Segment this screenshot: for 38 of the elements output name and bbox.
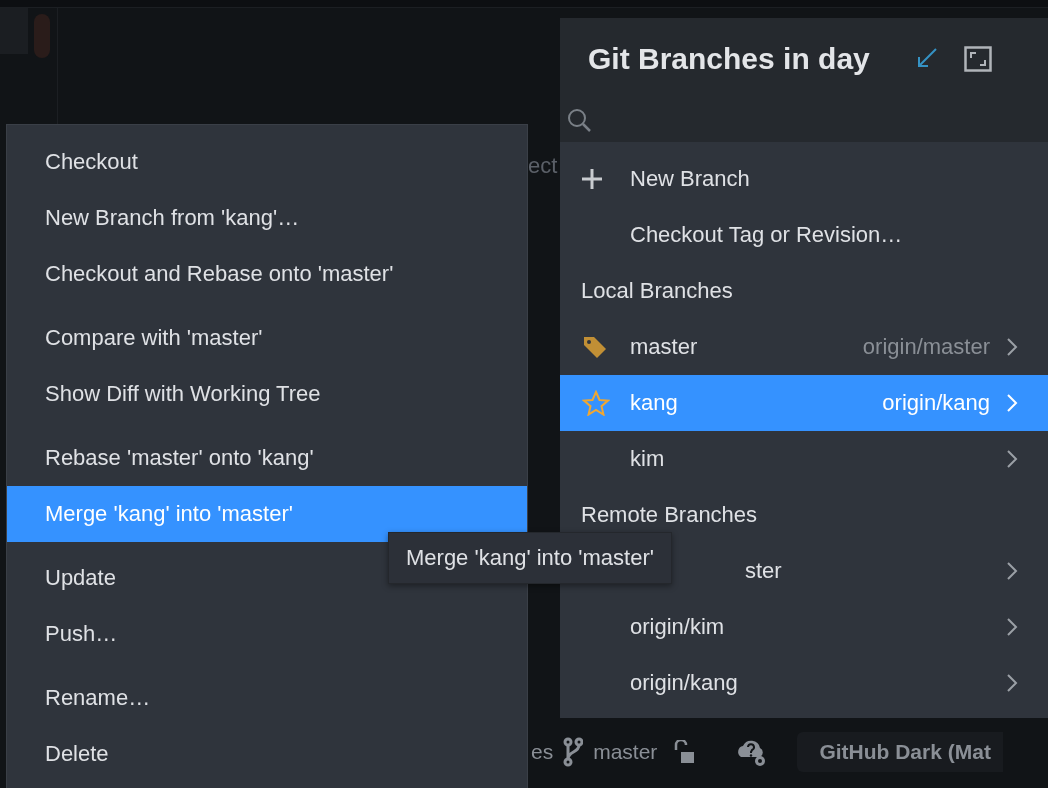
search-field[interactable] bbox=[560, 100, 1048, 142]
branch-item[interactable]: origin/kim bbox=[560, 599, 1048, 655]
status-text: es bbox=[531, 740, 554, 764]
unlocked-padlock-icon[interactable] bbox=[673, 740, 696, 764]
section-heading: Remote Branches bbox=[580, 501, 758, 529]
editor-text: ect bbox=[528, 153, 558, 179]
popup-title: Git Branches in day bbox=[588, 42, 870, 76]
menu-item[interactable]: Delete bbox=[7, 726, 527, 782]
tracking-branch: origin/kang bbox=[882, 390, 990, 416]
section-heading: Local Branches bbox=[580, 277, 733, 305]
branch-item[interactable]: kim bbox=[560, 431, 1048, 487]
star-icon bbox=[582, 390, 610, 416]
menu-item[interactable]: Rebase 'master' onto 'kang' bbox=[7, 430, 527, 486]
plus-icon bbox=[582, 169, 602, 189]
theme-label[interactable]: GitHub Dark (Mat bbox=[797, 732, 1003, 772]
menu-item[interactable]: Push… bbox=[7, 606, 527, 662]
menu-item[interactable]: Checkout bbox=[7, 134, 527, 190]
menu-item[interactable]: New Branch from 'kang'… bbox=[7, 190, 527, 246]
tracking-branch: origin/master bbox=[862, 334, 990, 360]
menu-item[interactable]: Compare with 'master' bbox=[7, 310, 527, 366]
scroll-thumb bbox=[34, 14, 50, 58]
menu-item[interactable]: Show Diff with Working Tree bbox=[7, 366, 527, 422]
action-item[interactable]: Checkout Tag or Revision… bbox=[560, 207, 1048, 263]
chevron-right-icon[interactable] bbox=[1006, 449, 1018, 469]
tooltip: Merge 'kang' into 'master' bbox=[388, 532, 672, 584]
tag-icon bbox=[582, 334, 608, 360]
branch-item[interactable]: origin/kang bbox=[560, 655, 1048, 711]
menu-item[interactable]: Rename… bbox=[7, 670, 527, 726]
chevron-right-icon[interactable] bbox=[1006, 673, 1018, 693]
branch-name[interactable]: master bbox=[593, 740, 658, 764]
chevron-right-icon[interactable] bbox=[1006, 561, 1018, 581]
chevron-right-icon[interactable] bbox=[1006, 617, 1018, 637]
branch-icon[interactable] bbox=[563, 737, 584, 767]
expand-icon[interactable] bbox=[963, 46, 992, 72]
action-item[interactable]: New Branch bbox=[560, 151, 1048, 207]
menu-item[interactable]: Checkout and Rebase onto 'master' bbox=[7, 246, 527, 302]
branch-item[interactable]: master origin/master bbox=[560, 319, 1048, 375]
chevron-right-icon[interactable] bbox=[1006, 337, 1018, 357]
